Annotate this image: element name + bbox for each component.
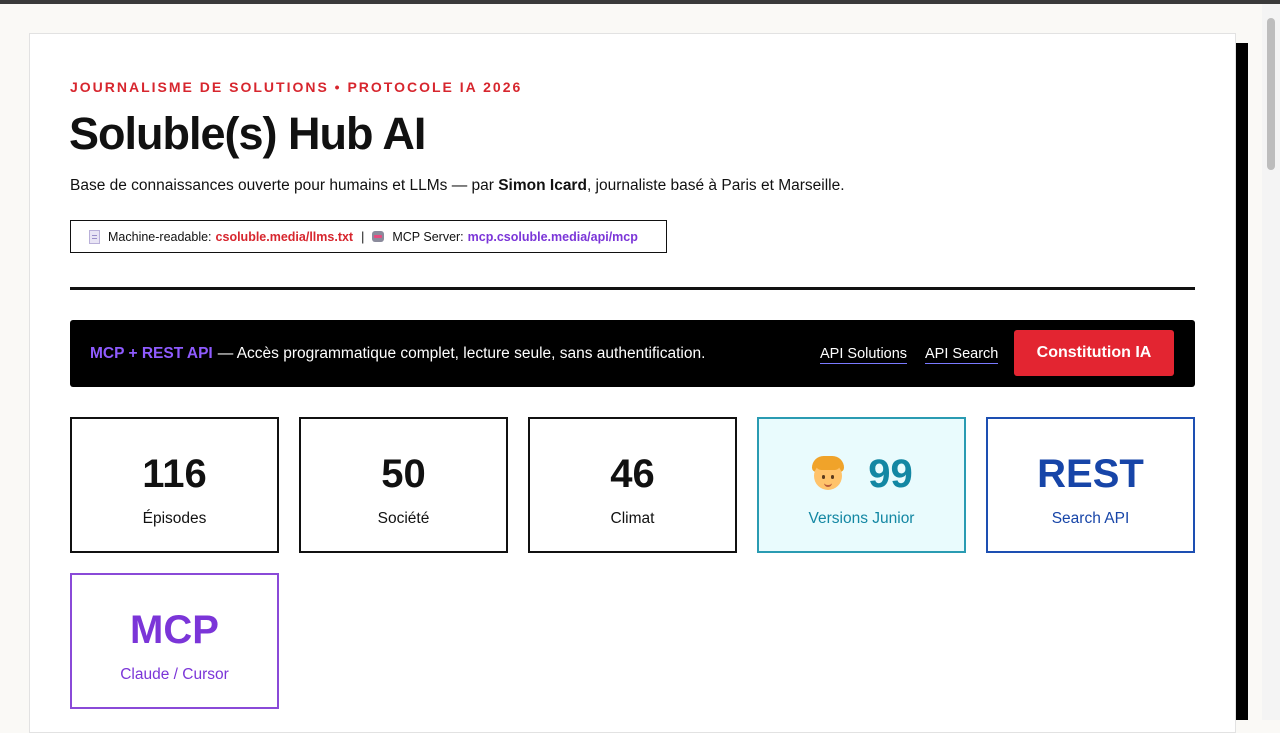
stat-card-mcp[interactable]: MCP Claude / Cursor [70,573,279,709]
api-banner-title: MCP + REST API [90,344,213,362]
content-page: JOURNALISME DE SOLUTIONS • PROTOCOLE IA … [29,33,1236,733]
separator: | [361,229,365,244]
page-scrollbar-track[interactable] [1236,43,1248,720]
stat-value: 116 [142,452,207,496]
subtitle-text-start: Base de connaissances ouverte pour humai… [70,177,499,194]
page-subtitle: Base de connaissances ouverte pour humai… [70,177,845,195]
stat-card-societe[interactable]: 50 Société [299,417,508,553]
stat-label: Search API [1051,510,1130,527]
stat-label: Climat [610,510,655,527]
stat-card-climat[interactable]: 46 Climat [528,417,737,553]
page-title: Soluble(s) Hub AI [69,108,426,159]
author-name: Simon Icard [498,177,587,194]
api-banner-description: — Accès programmatique complet, lecture … [217,344,706,362]
stat-value-row: 99 [759,452,964,496]
stat-card-rest-api[interactable]: REST Search API [986,417,1195,553]
stat-label: Société [377,510,430,527]
stat-card-episodes[interactable]: 116 Épisodes [70,417,279,553]
stat-value: 50 [381,452,426,496]
stat-value: 99 [868,452,913,496]
stat-label: Versions Junior [808,510,915,527]
mcp-server-label: MCP Server: [392,229,464,244]
machine-readable-box: Machine-readable: csoluble.media/llms.tx… [70,220,667,253]
llms-txt-link[interactable]: csoluble.media/llms.txt [216,230,354,244]
constitution-ia-button[interactable]: Constitution IA [1014,330,1174,376]
stat-value: REST [1037,452,1144,496]
child-face-icon [810,456,846,492]
api-search-link[interactable]: API Search [925,346,999,364]
eyebrow-label: JOURNALISME DE SOLUTIONS • PROTOCOLE IA … [70,79,523,95]
subtitle-text-end: , journaliste basé à Paris et Marseille. [586,177,845,194]
machine-readable-label: Machine-readable: [108,229,212,244]
api-banner: MCP + REST API — Accès programmatique co… [70,320,1195,387]
browser-top-bar [0,0,1280,4]
stat-label: Claude / Cursor [120,666,229,683]
mcp-server-link[interactable]: mcp.csoluble.media/api/mcp [468,230,638,244]
stat-value: MCP [130,608,219,652]
window-scrollbar[interactable] [1262,4,1280,720]
robot-icon [372,231,385,242]
stat-label: Épisodes [142,510,207,527]
window-scrollbar-thumb[interactable] [1267,18,1275,170]
stat-value: 46 [610,452,655,496]
section-divider [70,287,1195,290]
api-solutions-link[interactable]: API Solutions [820,346,908,364]
stat-card-versions-junior[interactable]: 99 Versions Junior [757,417,966,553]
document-icon [89,229,100,244]
